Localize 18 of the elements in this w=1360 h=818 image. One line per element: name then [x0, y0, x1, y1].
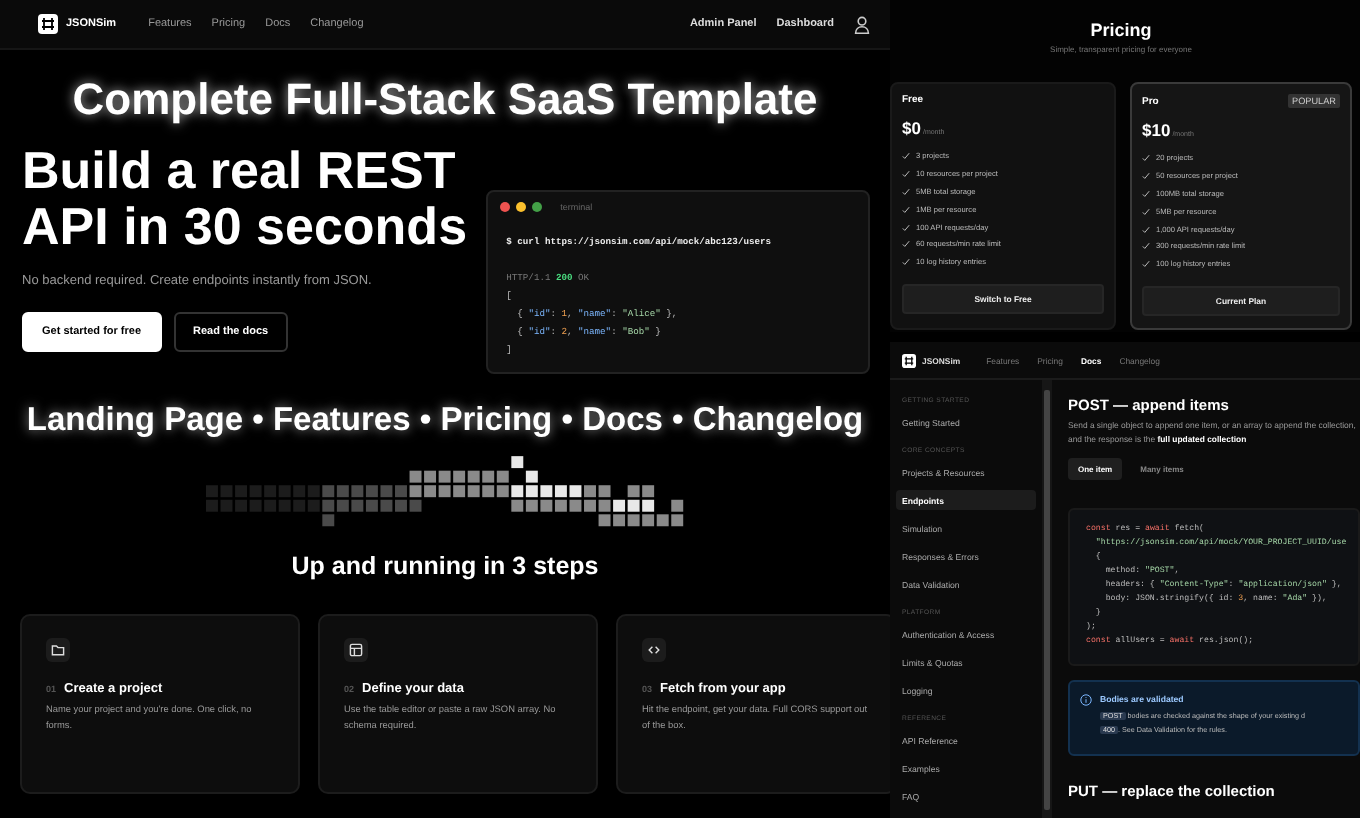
plan-price: $10 — [1142, 120, 1171, 140]
pricing-title: Pricing — [1088, 20, 1154, 40]
maximize-dot-icon — [532, 202, 543, 212]
logo-icon — [902, 353, 916, 367]
headline: Complete Full-Stack SaaS Template — [70, 74, 820, 126]
close-dot-icon — [500, 202, 511, 212]
info-icon — [1080, 694, 1092, 707]
features-line: Landing Page • Features • Pricing • Docs • Changelog — [24, 402, 866, 440]
steps-title: Up and running in 3 steps — [289, 552, 601, 580]
hero-title: Build a real REST API in 30 seconds — [22, 142, 470, 255]
minimize-dot-icon — [516, 202, 527, 212]
user-icon[interactable] — [854, 15, 870, 33]
scrollbar[interactable] — [1042, 380, 1052, 818]
table-icon — [344, 638, 368, 662]
folder-icon — [46, 638, 70, 662]
code-icon — [642, 638, 666, 662]
logo-icon — [38, 14, 58, 34]
plan-price: $0 — [902, 118, 921, 138]
